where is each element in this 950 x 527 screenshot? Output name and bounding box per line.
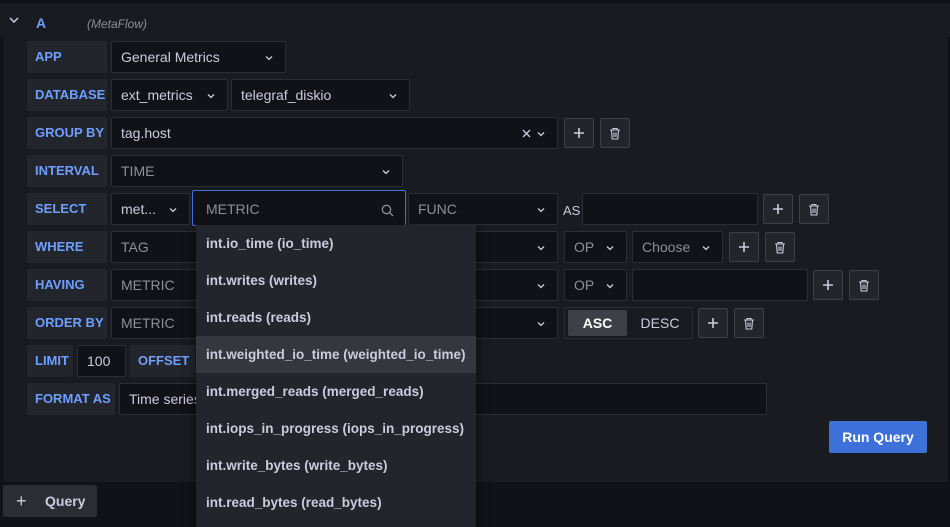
chevron-down-icon xyxy=(537,246,545,251)
format-as-label: FORMAT AS xyxy=(27,383,115,415)
chevron-down-icon xyxy=(382,170,390,175)
add-select-button[interactable] xyxy=(763,194,793,224)
query-header: A (MetaFlow) xyxy=(0,3,950,37)
group-by-value: tag.host xyxy=(121,125,171,141)
search-icon xyxy=(381,204,394,217)
metric-option[interactable]: int.merged_reads (merged_reads) xyxy=(196,373,476,410)
plus-icon xyxy=(739,242,749,252)
having-label: HAVING xyxy=(27,269,107,301)
metric-search-input[interactable]: METRIC xyxy=(192,190,406,226)
trash-icon xyxy=(859,279,869,292)
trash-icon xyxy=(744,317,754,330)
where-value-placeholder: Choose xyxy=(642,239,691,255)
datasource-name: (MetaFlow) xyxy=(87,17,148,31)
plus-icon xyxy=(773,204,783,214)
app-label: APP xyxy=(27,41,107,73)
database-label: DATABASE xyxy=(27,79,107,111)
order-by-metric-placeholder: METRIC xyxy=(121,315,175,331)
chevron-down-icon xyxy=(207,94,215,99)
delete-having-button[interactable] xyxy=(849,270,879,300)
interval-label: INTERVAL xyxy=(27,155,107,187)
add-group-by-button[interactable] xyxy=(564,118,594,148)
plus-icon xyxy=(823,280,833,290)
metric-option[interactable]: int.iops_in_progress (iops_in_progress) xyxy=(196,410,476,447)
trash-icon xyxy=(610,127,620,140)
chevron-down-icon xyxy=(702,246,710,251)
sort-asc-option[interactable]: ASC xyxy=(568,310,627,336)
sort-direction-toggle: ASC DESC xyxy=(564,307,693,339)
add-query-button[interactable]: + Query xyxy=(3,485,97,517)
add-order-by-button[interactable] xyxy=(698,308,728,338)
metric-option[interactable]: int.write_bytes (write_bytes) xyxy=(196,447,476,484)
plus-icon xyxy=(574,128,584,138)
plus-icon xyxy=(708,318,718,328)
limit-input[interactable]: 100 xyxy=(77,345,126,377)
plus-icon: + xyxy=(16,491,27,511)
clear-icon[interactable] xyxy=(522,129,531,138)
collapse-chevron-icon[interactable] xyxy=(9,15,19,25)
delete-order-by-button[interactable] xyxy=(734,308,764,338)
chevron-down-icon xyxy=(389,94,397,99)
offset-label: OFFSET xyxy=(130,345,196,377)
order-by-label: ORDER BY xyxy=(27,307,107,339)
group-by-select[interactable]: tag.host xyxy=(111,117,558,149)
table-value: telegraf_diskio xyxy=(241,87,332,103)
add-query-label: Query xyxy=(45,493,86,509)
metric-dropdown-menu: int.io_time (io_time) int.writes (writes… xyxy=(196,225,476,527)
metric-option[interactable]: int.writes (writes) xyxy=(196,262,476,299)
query-letter[interactable]: A xyxy=(36,15,46,31)
app-select[interactable]: General Metrics xyxy=(111,41,286,73)
chevron-down-icon xyxy=(537,284,545,289)
chevron-down-icon xyxy=(537,132,545,137)
run-query-button[interactable]: Run Query xyxy=(829,421,927,453)
where-tag-placeholder: TAG xyxy=(121,239,149,255)
having-value-input[interactable] xyxy=(632,269,808,301)
limit-label: LIMIT xyxy=(27,345,73,377)
func-placeholder: FUNC xyxy=(418,201,457,217)
trash-icon xyxy=(809,203,819,216)
format-as-value: Time series xyxy=(129,391,201,407)
metric-option[interactable]: int.read_bytes (read_bytes) xyxy=(196,484,476,521)
database-select[interactable]: ext_metrics xyxy=(111,79,228,111)
select-type-value: met... xyxy=(121,201,157,217)
metric-option-highlighted[interactable]: int.weighted_io_time (weighted_io_time) xyxy=(196,336,476,373)
as-label: AS xyxy=(563,203,581,218)
chevron-down-icon xyxy=(606,246,614,251)
sort-desc-option[interactable]: DESC xyxy=(629,310,691,336)
metric-option[interactable]: int.reads (reads) xyxy=(196,299,476,336)
metric-option[interactable]: int.io_time (io_time) xyxy=(196,225,476,262)
limit-value: 100 xyxy=(87,353,111,369)
chevron-down-icon xyxy=(169,208,177,213)
delete-where-button[interactable] xyxy=(765,232,795,262)
table-select[interactable]: telegraf_diskio xyxy=(231,79,410,111)
func-select[interactable]: FUNC xyxy=(408,193,558,225)
group-by-label: GROUP BY xyxy=(27,117,107,149)
trash-icon xyxy=(775,241,785,254)
select-label: SELECT xyxy=(27,193,107,225)
chevron-down-icon xyxy=(606,284,614,289)
select-type-select[interactable]: met... xyxy=(111,193,190,225)
chevron-down-icon xyxy=(265,56,273,61)
delete-select-button[interactable] xyxy=(799,194,829,224)
metric-placeholder: METRIC xyxy=(206,201,260,217)
interval-select[interactable]: TIME xyxy=(111,155,403,187)
interval-placeholder: TIME xyxy=(121,163,155,179)
where-label: WHERE xyxy=(27,231,107,263)
having-metric-placeholder: METRIC xyxy=(121,277,175,293)
alias-input[interactable] xyxy=(582,193,758,225)
having-op-select[interactable]: OP xyxy=(564,269,627,301)
chevron-down-icon xyxy=(537,208,545,213)
where-value-select[interactable]: Choose xyxy=(632,231,723,263)
chevron-down-icon xyxy=(537,322,545,327)
add-having-button[interactable] xyxy=(813,270,843,300)
delete-group-by-button[interactable] xyxy=(600,118,630,148)
where-op-select[interactable]: OP xyxy=(564,231,627,263)
database-value: ext_metrics xyxy=(121,87,193,103)
app-value: General Metrics xyxy=(121,49,220,65)
add-where-button[interactable] xyxy=(729,232,759,262)
having-op-placeholder: OP xyxy=(574,277,595,293)
where-op-placeholder: OP xyxy=(574,239,595,255)
